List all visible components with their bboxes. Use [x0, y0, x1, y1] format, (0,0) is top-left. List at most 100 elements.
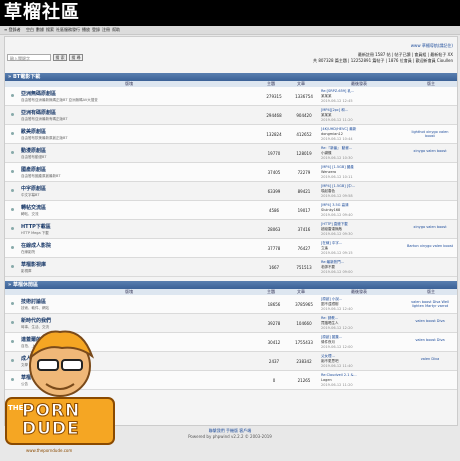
nav-item-8[interactable]: 注冊 — [102, 27, 110, 33]
forum-post-count: 904420 — [296, 113, 312, 118]
last-post-user-link[interactable]: dongmian12 — [321, 132, 343, 136]
forum-post-count: 76427 — [297, 246, 311, 251]
forum-topic-count: 28063 — [267, 227, 281, 232]
forum-topic-count: 39278 — [267, 321, 281, 326]
nav-item-1[interactable]: 空白 — [26, 27, 34, 33]
forum-moderators[interactable]: xinygo valen boost — [407, 225, 453, 229]
userbar-link[interactable]: www 草榴導航(請記住) — [411, 43, 453, 49]
last-post-title-link[interactable]: Re:Cloudveil 2.1 &... — [321, 373, 357, 377]
forum-post-count: 104660 — [296, 321, 312, 326]
forum-post-count: 238342 — [296, 359, 312, 364]
forum-topic-count: 132824 — [266, 132, 282, 137]
forum-name-link[interactable]: HTTP下載區 — [21, 223, 51, 230]
forum-topic-count: 0 — [272, 378, 276, 383]
forum-post-count: 1755433 — [295, 340, 313, 345]
forum-name-link[interactable]: 草榴影視庫 — [21, 261, 46, 268]
forum-moderators[interactable]: valen boost Diva — [407, 319, 453, 323]
last-post-time: 2019-06-12 11:20 — [321, 118, 353, 122]
forum-row: 中字原創區 中文字幕BT 63399 89421 [MP4] [1.5GB] [中...… — [5, 182, 457, 201]
forum-name-link[interactable]: 動漫原創區 — [21, 147, 46, 154]
forum-moderators[interactable]: Barton xinygo valen boost — [407, 244, 453, 248]
porndude-badge[interactable]: THE PORN DUDE www.theporndude.com — [0, 318, 120, 460]
forum-post-count: 89421 — [297, 189, 311, 194]
forum-status-icon — [11, 113, 14, 116]
forum-row: 在線成人影院 在線影院 37778 76427 [在線] 中字... 立遙 2019-06-… — [5, 239, 457, 258]
last-post-time: 2019-06-12 10:44 — [321, 137, 353, 141]
forum-status-icon — [11, 151, 14, 154]
nav-item-0[interactable]: ≡ 登錄者 — [4, 27, 21, 33]
forum-name-link[interactable]: 亞洲無碼原創區 — [21, 90, 56, 97]
nav-item-5[interactable]: 發行 — [72, 27, 80, 33]
last-post-time: 2019-06-12 09:15 — [321, 251, 353, 255]
forum-moderators[interactable]: valen boost Diva Well lighten Martyr var… — [407, 300, 453, 308]
forum-post-count: 3785965 — [295, 302, 313, 307]
badge-dude: DUDE — [22, 419, 80, 440]
nav-item-3[interactable]: 搜索 — [46, 27, 54, 33]
forum-name-link[interactable]: 轉帖交流區 — [21, 204, 46, 211]
forum-name-link[interactable]: 國產原創區 — [21, 166, 46, 173]
forum-post-count: 37416 — [297, 227, 311, 232]
forum-topic-count: 294468 — [266, 113, 282, 118]
last-post-time: 2019-06-12 12:45 — [321, 99, 353, 103]
forum-row: HTTP下載區 HTTP Mega 下載 28063 37416 [HTTP] 直鏈下載… — [5, 220, 457, 239]
forum-status-icon — [11, 246, 14, 249]
last-post-time: 2019-06-12 09:40 — [321, 213, 353, 217]
last-post-time: 2019-06-12 11:40 — [321, 364, 353, 368]
forum-status-icon — [11, 94, 14, 97]
last-post-user-link[interactable]: Lagen — [321, 378, 332, 382]
last-post-user-link[interactable]: Wenzero — [321, 170, 336, 174]
last-post-time: 2019-06-12 12:40 — [321, 307, 353, 311]
nav-item-6[interactable]: 播放 — [82, 27, 90, 33]
section-header-bt[interactable]: » BT電影下載 — [5, 73, 457, 81]
last-post-user-link[interactable]: Sluinky168 — [321, 208, 340, 212]
forum-description: 自由發布亞洲最新有碼正版BT — [21, 117, 68, 121]
forum-topic-count: 18656 — [267, 302, 281, 307]
forum-moderators[interactable]: valen boost Diva — [407, 338, 453, 342]
forum-moderators[interactable]: xinygo valen boost — [407, 149, 453, 153]
forum-description: 轉帖、交流 — [21, 212, 39, 216]
last-post-time: 2019-06-12 09:30 — [321, 232, 353, 236]
forum-row: 亞洲有碼原創區 自由發布亞洲最新有碼正版BT 294468 904420 [MP4][2… — [5, 106, 457, 125]
nav-item-4[interactable]: 社區服務 — [56, 27, 72, 33]
nav-item-2[interactable]: 數據 — [36, 27, 44, 33]
last-post-time: 2019-06-12 12:00 — [321, 345, 353, 349]
forum-topic-count: 279315 — [266, 94, 282, 99]
forum-name-link[interactable]: 在線成人影院 — [21, 242, 51, 249]
forum-description: 自由發布歐美最新原創正版BT — [21, 136, 68, 140]
stats-line-2: 共 807328 篇主題 | 12252891 篇帖子 | 1876 位會員 |… — [313, 58, 453, 63]
nav-item-9[interactable]: 幫助 — [112, 27, 120, 33]
forum-moderators[interactable]: lighthot xinygo valen boost — [407, 130, 453, 138]
forum-topic-count: 2437 — [268, 359, 280, 364]
forum-post-count: 21265 — [297, 378, 311, 383]
forum-description: 技術、軟件、網站 — [21, 306, 49, 310]
nav-item-7[interactable]: 登錄 — [92, 27, 100, 33]
section-header-leisure[interactable]: » 草榴休閒區 — [5, 281, 457, 289]
forum-name-link[interactable]: 技術討論區 — [21, 298, 46, 305]
forum-topic-count: 4586 — [268, 208, 280, 213]
badge-url: www.theporndude.com — [26, 448, 73, 453]
forum-topic-count: 37405 — [267, 170, 281, 175]
site-header: 草榴社區 — [0, 0, 460, 26]
forum-status-icon — [11, 265, 14, 268]
search-button[interactable]: 搜 索 — [53, 54, 67, 61]
forum-row: 亞洲無碼原創區 自由發布亞洲最新無碼正版BT 亞洲無碼AV大搜查 279315 133… — [5, 87, 457, 106]
search-input[interactable]: 輸入關鍵字 — [7, 54, 51, 61]
forum-post-count: 751513 — [296, 265, 312, 270]
forum-description: 在線影院 — [21, 250, 35, 254]
forum-topic-count: 63399 — [267, 189, 281, 194]
forum-status-icon — [11, 189, 14, 192]
forum-description: HTTP Mega 下載 — [21, 231, 49, 235]
site-logo[interactable]: 草榴社區 — [4, 1, 80, 25]
last-post-time: 2019-06-12 11:20 — [321, 383, 353, 387]
forum-description: 中文字幕BT — [21, 193, 40, 197]
search-button-2[interactable]: 搜 尋 — [69, 54, 83, 61]
forum-status-icon — [11, 132, 14, 135]
forum-moderators[interactable]: valen Diva — [407, 357, 453, 361]
last-post-time: 2019-06-12 12:20 — [321, 326, 353, 330]
forum-name-link[interactable]: 中字原創區 — [21, 185, 46, 192]
forum-name-link[interactable]: 亞洲有碼原創區 — [21, 109, 56, 116]
forum-topic-count: 30412 — [267, 340, 281, 345]
last-post-time: 2019-06-12 10:11 — [321, 175, 353, 179]
forum-name-link[interactable]: 歐美原創區 — [21, 128, 46, 135]
forum-row: 歐美原創區 自由發布歐美最新原創正版BT 132824 412652 [4K/UHD/H… — [5, 125, 457, 144]
